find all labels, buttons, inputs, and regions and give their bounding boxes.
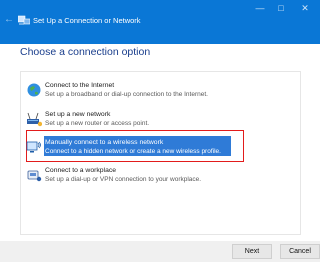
close-button[interactable]: ✕ bbox=[298, 2, 312, 14]
workplace-phone-icon bbox=[27, 170, 42, 182]
option-label: Set up a new network bbox=[45, 111, 111, 118]
router-icon bbox=[27, 112, 42, 127]
option-description: Set up a broadband or dial-up connection… bbox=[45, 91, 208, 98]
globe-network-icon bbox=[27, 83, 41, 97]
option-new-network[interactable]: Set up a new network Set up a new router… bbox=[26, 109, 244, 131]
maximize-button[interactable]: □ bbox=[274, 2, 288, 14]
option-label: Connect to the Internet bbox=[45, 82, 115, 89]
title-bar: ← Set Up a Connection or Network — □ ✕ bbox=[0, 0, 320, 44]
option-label: Connect to a workplace bbox=[45, 167, 117, 174]
minimize-button[interactable]: — bbox=[253, 2, 267, 14]
option-connect-workplace[interactable]: Connect to a workplace Set up a dial-up … bbox=[26, 165, 244, 187]
option-description: Set up a dial-up or VPN connection to yo… bbox=[45, 176, 202, 183]
window-title: Set Up a Connection or Network bbox=[33, 16, 141, 25]
page-heading: Choose a connection option bbox=[20, 46, 151, 58]
option-manual-wireless[interactable]: Manually connect to a wireless network C… bbox=[26, 137, 244, 159]
option-description: Connect to a hidden network or create a … bbox=[45, 148, 221, 155]
option-description: Set up a new router or access point. bbox=[45, 120, 150, 127]
dialog-footer: Next Cancel bbox=[0, 241, 320, 262]
network-setup-icon bbox=[18, 15, 30, 25]
cancel-button[interactable]: Cancel bbox=[280, 244, 320, 259]
option-connect-internet[interactable]: Connect to the Internet Set up a broadba… bbox=[26, 80, 244, 102]
wireless-computer-icon bbox=[26, 141, 41, 153]
back-arrow-icon[interactable]: ← bbox=[4, 15, 14, 25]
next-button[interactable]: Next bbox=[232, 244, 272, 259]
option-label: Manually connect to a wireless network bbox=[45, 139, 164, 146]
